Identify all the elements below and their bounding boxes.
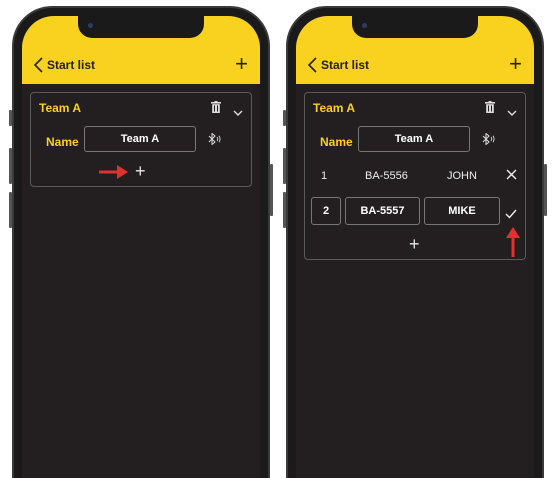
add-list-button[interactable]: + [235, 51, 248, 76]
arrow-up-icon [505, 227, 521, 262]
phone-right: Start list + Team A Name Team A 1 BA-555… [283, 6, 547, 478]
editable-row: 2 BA-5557 MIKE [305, 197, 525, 225]
team-name-field[interactable]: Team A [358, 126, 470, 152]
back-button[interactable]: Start list [34, 55, 95, 75]
row-name: JOHN [447, 170, 477, 182]
bluetooth-icon [482, 132, 495, 146]
phone-side-button [9, 148, 12, 184]
row-id: BA-5556 [365, 170, 408, 182]
team-title: Team A [313, 101, 356, 115]
team-card: Team A Name Team A [304, 92, 526, 260]
close-icon [506, 169, 517, 180]
back-label: Start list [321, 58, 370, 72]
app-screen: Start list + Team A Name Team A [22, 16, 260, 478]
back-chevron-icon [34, 57, 43, 73]
trash-icon [485, 101, 495, 113]
back-chevron-icon [308, 57, 317, 73]
app-header: Start list + [22, 16, 260, 84]
phone-notch [352, 16, 478, 38]
team-card: Team A Name Team A [30, 92, 252, 187]
delete-team-button[interactable] [211, 100, 221, 118]
add-row-button[interactable]: + [135, 161, 146, 181]
delete-team-button[interactable] [485, 100, 495, 118]
plus-icon: + [409, 234, 420, 254]
bluetooth-icon [208, 132, 221, 146]
app-screen: Start list + Team A Name Team A [296, 16, 534, 478]
row-index: 1 [321, 170, 328, 182]
add-list-button[interactable]: + [509, 51, 522, 76]
phone-side-button [283, 192, 286, 228]
confirm-row-button[interactable] [505, 206, 517, 224]
back-label: Start list [47, 58, 96, 72]
plus-icon: + [509, 51, 522, 76]
plus-icon: + [135, 161, 146, 181]
back-button[interactable]: Start list [308, 55, 369, 75]
bluetooth-button[interactable] [482, 132, 496, 150]
list-item: 1 BA-5556 JOHN [305, 165, 525, 189]
phone-side-button [283, 148, 286, 184]
phone-notch [78, 16, 204, 38]
phone-side-button [283, 110, 286, 126]
camera-icon [88, 23, 93, 28]
row-name-field[interactable]: MIKE [424, 197, 500, 225]
phone-side-button [270, 164, 273, 216]
phone-side-button [9, 192, 12, 228]
camera-icon [362, 23, 367, 28]
chevron-down-icon [507, 110, 517, 116]
check-icon [505, 209, 517, 219]
chevron-down-icon [233, 110, 243, 116]
team-title: Team A [39, 101, 82, 115]
app-header: Start list + [296, 16, 534, 84]
plus-icon: + [235, 51, 248, 76]
name-label: Name [46, 135, 79, 149]
trash-icon [211, 101, 221, 113]
phone-left: Start list + Team A Name Team A + [9, 6, 273, 478]
team-name-field[interactable]: Team A [84, 126, 196, 152]
collapse-button[interactable] [507, 103, 517, 121]
phone-side-button [544, 164, 547, 216]
add-row-button[interactable]: + [409, 234, 420, 254]
collapse-button[interactable] [233, 103, 243, 121]
row-index-field[interactable]: 2 [311, 197, 341, 225]
row-id-field[interactable]: BA-5557 [345, 197, 420, 225]
phone-side-button [9, 110, 12, 126]
remove-row-button[interactable] [506, 169, 517, 183]
bluetooth-button[interactable] [208, 132, 222, 150]
name-label: Name [320, 135, 353, 149]
arrow-right-icon [99, 164, 129, 185]
